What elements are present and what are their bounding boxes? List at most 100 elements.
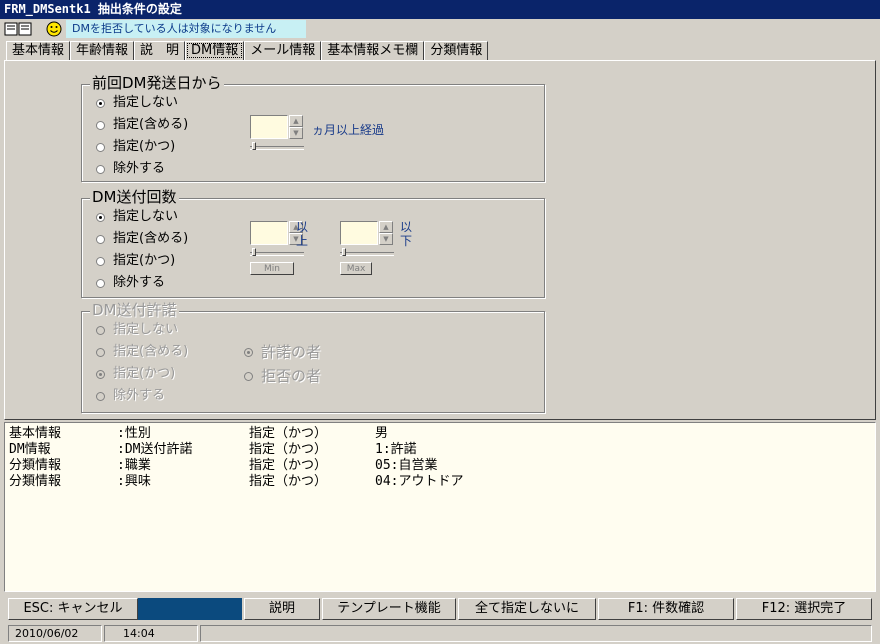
max-unit-2: 下 — [400, 234, 413, 248]
status-date: 2010/06/02 — [8, 625, 102, 642]
radio-exclude[interactable]: 除外する — [96, 159, 165, 179]
max-count-input[interactable] — [340, 221, 378, 245]
spin-up-icon[interactable]: ▲ — [289, 115, 303, 127]
radio-label: 指定(かつ) — [113, 366, 176, 381]
cell-value: 男 — [375, 426, 389, 441]
max-count-slider[interactable] — [340, 248, 394, 256]
slider-track — [250, 146, 304, 150]
cell-field: :DM送付許諾 — [117, 442, 193, 457]
tab-dm-info[interactable]: DM情報 — [185, 41, 245, 60]
tab-description[interactable]: 説 明 — [134, 41, 186, 60]
max-count-spinner[interactable]: ▲ ▼ — [340, 221, 394, 245]
min-button[interactable]: Min — [250, 262, 294, 275]
group-legend: DM送付回数 — [90, 188, 179, 206]
radio-refused[interactable]: 拒否の者 — [244, 366, 321, 386]
radio-dot — [96, 347, 105, 357]
radio-consented[interactable]: 許諾の者 — [244, 342, 321, 362]
book-icon[interactable] — [4, 22, 32, 36]
cell-category: 分類情報 — [9, 474, 62, 489]
radio-not-specified[interactable]: 指定しない — [96, 207, 178, 227]
radio-dot — [96, 256, 105, 266]
help-button[interactable]: 説明 — [244, 598, 320, 620]
radio-include[interactable]: 指定(含める) — [96, 342, 188, 362]
tab-basic-memo[interactable]: 基本情報メモ欄 — [321, 41, 425, 60]
min-count-input[interactable] — [250, 221, 288, 245]
months-unit-label: ヵ月以上経過 — [312, 123, 385, 137]
smiley-icon — [46, 21, 62, 37]
cell-category: 基本情報 — [9, 426, 62, 441]
clear-all-button[interactable]: 全て指定しないに — [458, 598, 596, 620]
radio-dot — [96, 391, 105, 401]
cell-category: 分類情報 — [9, 458, 62, 473]
status-bar: 2010/06/02 14:04 — [4, 625, 876, 642]
slider-track — [250, 252, 304, 256]
tab-category-info[interactable]: 分類情報 — [424, 41, 489, 60]
months-slider[interactable] — [250, 142, 304, 150]
radio-dot — [96, 120, 105, 130]
min-count-slider[interactable] — [250, 248, 304, 256]
tab-age-info[interactable]: 年齢情報 — [70, 41, 135, 60]
status-time: 14:04 — [104, 625, 198, 642]
radio-label: 除外する — [113, 161, 166, 176]
radio-exclude[interactable]: 除外する — [96, 386, 165, 406]
spin-down-icon[interactable]: ▼ — [379, 233, 393, 245]
tab-strip: 基本情報 年齢情報 説 明 DM情報 メール情報 基本情報メモ欄 分類情報 — [6, 40, 489, 60]
notice-bar: DMを拒否している人は対象になりません — [0, 19, 880, 41]
tab-mail-info[interactable]: メール情報 — [244, 41, 322, 60]
radio-dot — [244, 371, 253, 381]
radio-dot — [96, 234, 105, 244]
count-check-button[interactable]: F1: 件数確認 — [598, 598, 734, 620]
dm-send-count-group: DM送付回数 指定しない 指定(含める) 指定(かつ) 除外する ▲ ▼ 以 上… — [81, 188, 545, 298]
radio-label: 除外する — [113, 275, 166, 290]
radio-label: 指定(含める) — [113, 231, 189, 246]
radio-and[interactable]: 指定(かつ) — [96, 251, 175, 271]
spin-down-icon[interactable]: ▼ — [289, 127, 303, 139]
cell-mode: 指定（かつ） — [249, 474, 328, 489]
radio-label: 除外する — [113, 388, 166, 403]
radio-not-specified[interactable]: 指定しない — [96, 93, 178, 113]
tab-basic-info[interactable]: 基本情報 — [6, 41, 71, 60]
dm-consent-group: DM送付許諾 指定しない 指定(含める) 指定(かつ) 除外する 許諾の者 拒否… — [81, 301, 545, 413]
months-spinner[interactable]: ▲ ▼ — [250, 115, 304, 139]
condition-summary-list: 基本情報 :性別 指定（かつ） 男 DM情報 :DM送付許諾 指定（かつ） 1:… — [4, 422, 876, 592]
function-key-bar: ESC: キャンセル 説明 テンプレート機能 全て指定しないに F1: 件数確認… — [4, 598, 876, 620]
cell-mode: 指定（かつ） — [249, 442, 328, 457]
last-dm-sent-group: 前回DM発送日から 指定しない 指定(含める) 指定(かつ) 除外する ▲ ▼ … — [81, 74, 545, 182]
finish-selection-button[interactable]: F12: 選択完了 — [736, 598, 872, 620]
list-item: 分類情報 :興味 指定（かつ） 04:アウトドア — [9, 474, 869, 490]
radio-label: 拒否の者 — [261, 367, 322, 385]
status-empty-panel — [200, 625, 872, 642]
radio-include[interactable]: 指定(含める) — [96, 229, 188, 249]
radio-label: 指定しない — [113, 95, 179, 110]
radio-label: 指定しない — [113, 209, 179, 224]
radio-and[interactable]: 指定(かつ) — [96, 137, 175, 157]
group-legend: 前回DM発送日から — [90, 74, 224, 92]
slider-thumb[interactable] — [252, 142, 256, 150]
radio-dot — [96, 142, 105, 152]
template-button[interactable]: テンプレート機能 — [322, 598, 456, 620]
radio-not-specified[interactable]: 指定しない — [96, 320, 178, 340]
months-input[interactable] — [250, 115, 288, 139]
cell-field: :興味 — [117, 474, 151, 489]
list-item: 分類情報 :職業 指定（かつ） 05:自営業 — [9, 458, 869, 474]
cell-field: :職業 — [117, 458, 151, 473]
cancel-button[interactable]: ESC: キャンセル — [8, 598, 138, 620]
cell-value: 1:許諾 — [375, 442, 417, 457]
list-item: DM情報 :DM送付許諾 指定（かつ） 1:許諾 — [9, 442, 869, 458]
radio-dot — [96, 98, 105, 108]
radio-dot — [96, 278, 105, 288]
radio-and[interactable]: 指定(かつ) — [96, 364, 175, 384]
radio-include[interactable]: 指定(含める) — [96, 115, 188, 135]
radio-dot — [244, 347, 253, 357]
list-item: 基本情報 :性別 指定（かつ） 男 — [9, 426, 869, 442]
slider-thumb[interactable] — [252, 248, 256, 256]
radio-label: 指定(かつ) — [113, 139, 176, 154]
max-button[interactable]: Max — [340, 262, 372, 275]
slider-thumb[interactable] — [342, 248, 346, 256]
radio-label: 指定(含める) — [113, 117, 189, 132]
spin-up-icon[interactable]: ▲ — [379, 221, 393, 233]
notice-message: DMを拒否している人は対象になりません — [66, 20, 306, 38]
radio-exclude[interactable]: 除外する — [96, 273, 165, 293]
cell-value: 04:アウトドア — [375, 474, 464, 489]
radio-dot — [96, 164, 105, 174]
